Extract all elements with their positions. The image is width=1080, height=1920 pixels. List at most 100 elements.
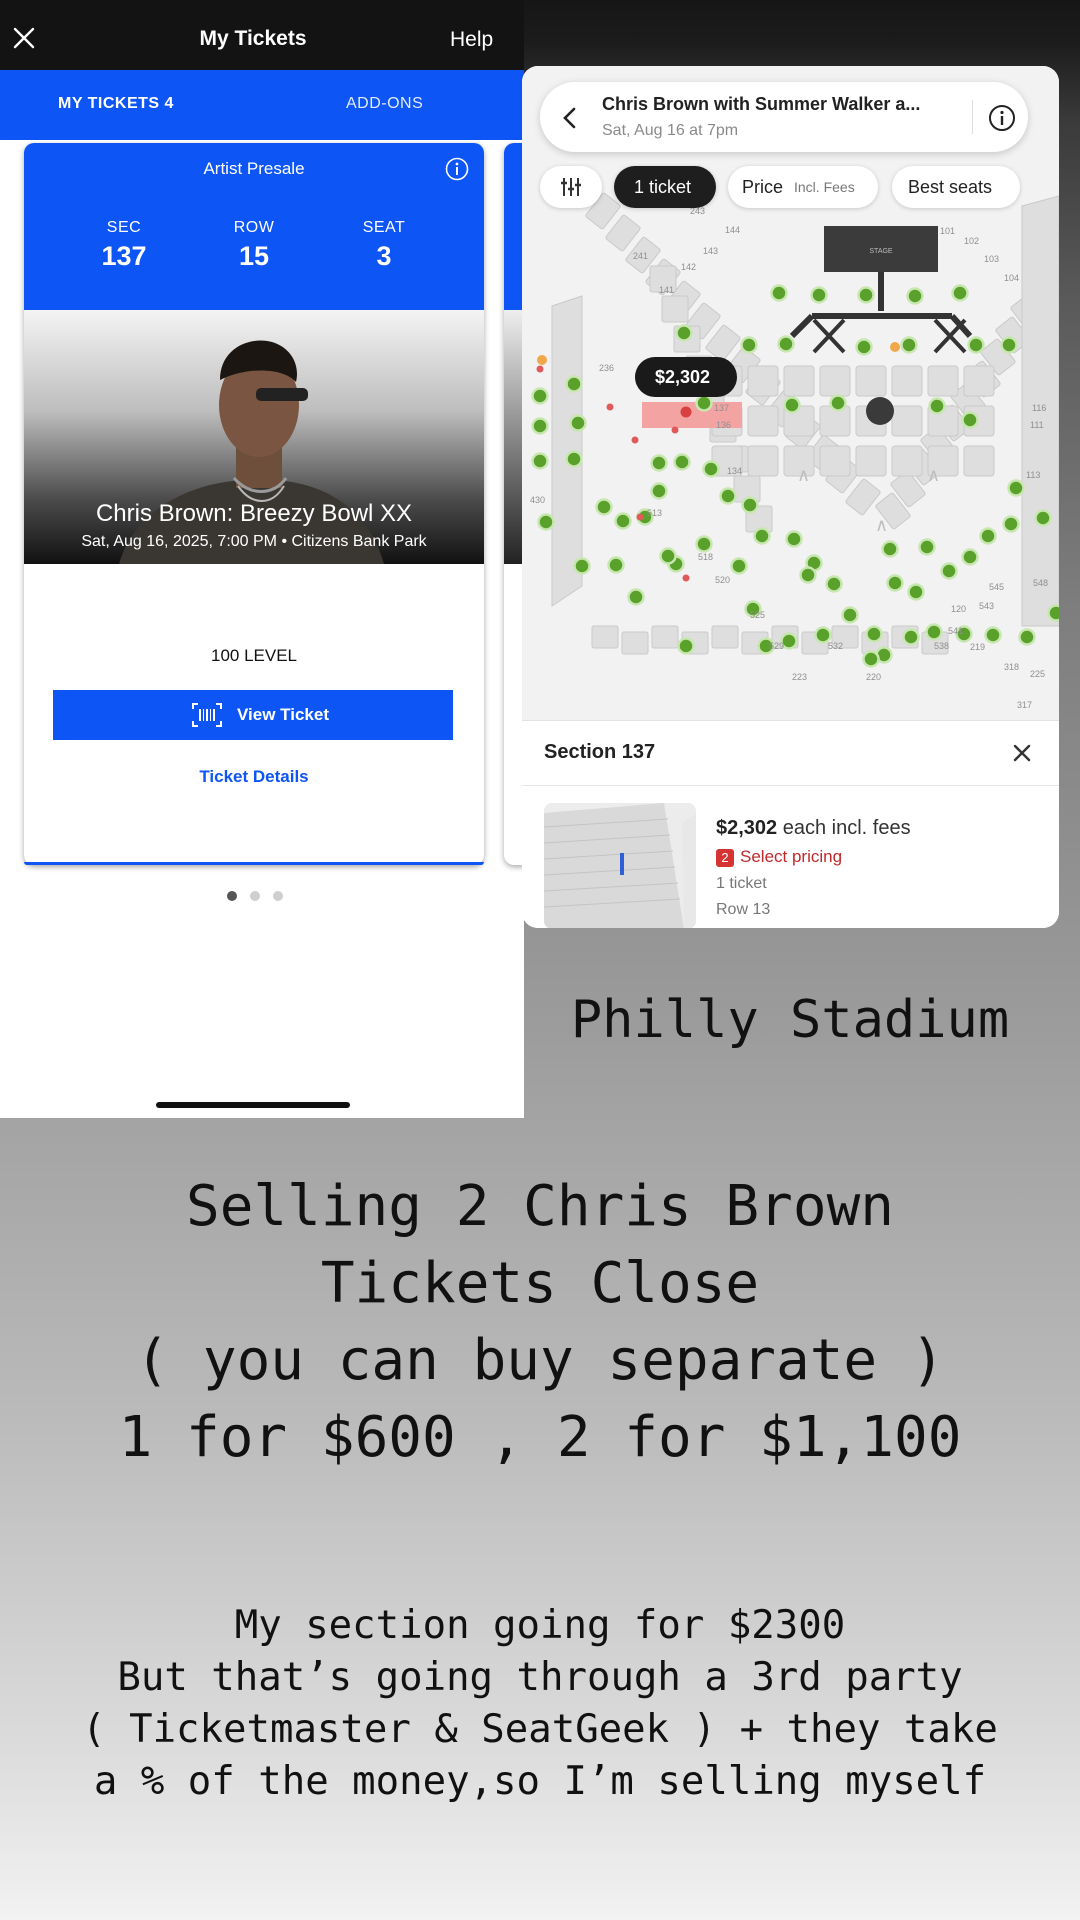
- available-seat-marker[interactable]: [1007, 479, 1025, 497]
- available-seat-marker[interactable]: [799, 566, 817, 584]
- available-seat-marker[interactable]: [984, 626, 1002, 644]
- available-seat-marker[interactable]: [865, 625, 883, 643]
- map-section[interactable]: [651, 625, 679, 649]
- available-seat-marker[interactable]: [979, 527, 997, 545]
- available-seat-marker[interactable]: [569, 414, 587, 432]
- available-seat-marker[interactable]: [753, 527, 771, 545]
- available-seat-marker[interactable]: [1002, 515, 1020, 533]
- available-seat-marker[interactable]: [607, 556, 625, 574]
- available-seat-marker[interactable]: [730, 557, 748, 575]
- available-seat-marker[interactable]: [675, 324, 693, 342]
- available-seat-marker[interactable]: [825, 575, 843, 593]
- seat-marker[interactable]: [537, 355, 547, 365]
- map-section[interactable]: [891, 445, 923, 477]
- available-seat-marker[interactable]: [565, 375, 583, 393]
- map-section[interactable]: [891, 365, 923, 397]
- available-seat-marker[interactable]: [940, 562, 958, 580]
- available-seat-marker[interactable]: [777, 335, 795, 353]
- ticket-quantity-chip[interactable]: 1 ticket: [614, 166, 716, 208]
- available-seat-marker[interactable]: [961, 548, 979, 566]
- available-seat-marker[interactable]: [900, 336, 918, 354]
- map-section[interactable]: [711, 625, 739, 649]
- available-seat-marker[interactable]: [951, 284, 969, 302]
- seat-marker[interactable]: [636, 513, 644, 521]
- map-section[interactable]: [591, 625, 619, 649]
- available-seat-marker[interactable]: [695, 535, 713, 553]
- map-section[interactable]: [855, 445, 887, 477]
- available-seat-marker[interactable]: [1000, 336, 1018, 354]
- price-chip[interactable]: Price Incl. Fees: [728, 166, 878, 208]
- available-seat-marker[interactable]: [537, 513, 555, 531]
- available-seat-marker[interactable]: [918, 538, 936, 556]
- pager-dot-1[interactable]: [227, 891, 237, 901]
- map-section[interactable]: [819, 365, 851, 397]
- selected-seat-marker[interactable]: [680, 406, 692, 418]
- map-section[interactable]: [891, 405, 923, 437]
- seat-marker[interactable]: [682, 574, 690, 582]
- available-seat-marker[interactable]: [702, 460, 720, 478]
- available-seat-marker[interactable]: [961, 411, 979, 429]
- back-arrow-icon[interactable]: [560, 106, 580, 130]
- seat-view-thumbnail[interactable]: [544, 803, 696, 928]
- ticket-details-link[interactable]: Ticket Details: [24, 767, 484, 787]
- map-section[interactable]: [747, 445, 779, 477]
- available-seat-marker[interactable]: [573, 557, 591, 575]
- available-seat-marker[interactable]: [531, 452, 549, 470]
- available-seat-marker[interactable]: [810, 286, 828, 304]
- available-seat-marker[interactable]: [1047, 604, 1060, 622]
- available-seat-marker[interactable]: [650, 482, 668, 500]
- available-seat-marker[interactable]: [829, 394, 847, 412]
- home-indicator[interactable]: [156, 1102, 350, 1108]
- available-seat-marker[interactable]: [650, 454, 668, 472]
- map-section[interactable]: [747, 405, 779, 437]
- available-seat-marker[interactable]: [785, 530, 803, 548]
- available-seat-marker[interactable]: [855, 338, 873, 356]
- seat-marker[interactable]: [606, 403, 614, 411]
- view-ticket-button[interactable]: View Ticket: [53, 690, 453, 740]
- available-seat-marker[interactable]: [677, 637, 695, 655]
- price-tag[interactable]: $2,302: [635, 357, 737, 397]
- map-section[interactable]: [819, 445, 851, 477]
- map-section[interactable]: [963, 365, 995, 397]
- available-seat-marker[interactable]: [925, 623, 943, 641]
- map-section[interactable]: [747, 365, 779, 397]
- map-section[interactable]: [783, 365, 815, 397]
- map-section[interactable]: [963, 445, 995, 477]
- stadium-map[interactable]: STAGE 144 143 142 141 241 236 137 136 134 430 513 5…: [522, 66, 1059, 726]
- seat-marker[interactable]: [890, 342, 900, 352]
- available-seat-marker[interactable]: [531, 417, 549, 435]
- pager-dot-3[interactable]: [273, 891, 283, 901]
- seat-marker[interactable]: [631, 436, 639, 444]
- available-seat-marker[interactable]: [783, 396, 801, 414]
- map-section[interactable]: [621, 631, 649, 655]
- select-pricing[interactable]: 2 Select pricing: [716, 847, 842, 867]
- available-seat-marker[interactable]: [841, 606, 859, 624]
- available-seat-marker[interactable]: [886, 574, 904, 592]
- available-seat-marker[interactable]: [770, 284, 788, 302]
- available-seat-marker[interactable]: [928, 397, 946, 415]
- map-section[interactable]: [661, 295, 689, 323]
- available-seat-marker[interactable]: [740, 336, 758, 354]
- available-seat-marker[interactable]: [595, 498, 613, 516]
- available-seat-marker[interactable]: [614, 512, 632, 530]
- map-section[interactable]: [927, 365, 959, 397]
- available-seat-marker[interactable]: [857, 286, 875, 304]
- available-seat-marker[interactable]: [902, 628, 920, 646]
- next-ticket-card[interactable]: [504, 143, 524, 865]
- map-section[interactable]: [855, 365, 887, 397]
- available-seat-marker[interactable]: [967, 336, 985, 354]
- available-seat-marker[interactable]: [719, 487, 737, 505]
- close-icon[interactable]: [1012, 743, 1032, 763]
- available-seat-marker[interactable]: [906, 287, 924, 305]
- available-seat-marker[interactable]: [1018, 628, 1036, 646]
- available-seat-marker[interactable]: [627, 588, 645, 606]
- tab-my-tickets[interactable]: MY TICKETS 4: [58, 95, 174, 113]
- seat-marker[interactable]: [536, 365, 544, 373]
- pager-dot-2[interactable]: [250, 891, 260, 901]
- info-icon[interactable]: [988, 104, 1016, 132]
- info-icon[interactable]: [445, 157, 469, 181]
- available-seat-marker[interactable]: [862, 650, 880, 668]
- available-seat-marker[interactable]: [531, 387, 549, 405]
- best-seats-chip[interactable]: Best seats: [892, 166, 1020, 208]
- available-seat-marker[interactable]: [695, 394, 713, 412]
